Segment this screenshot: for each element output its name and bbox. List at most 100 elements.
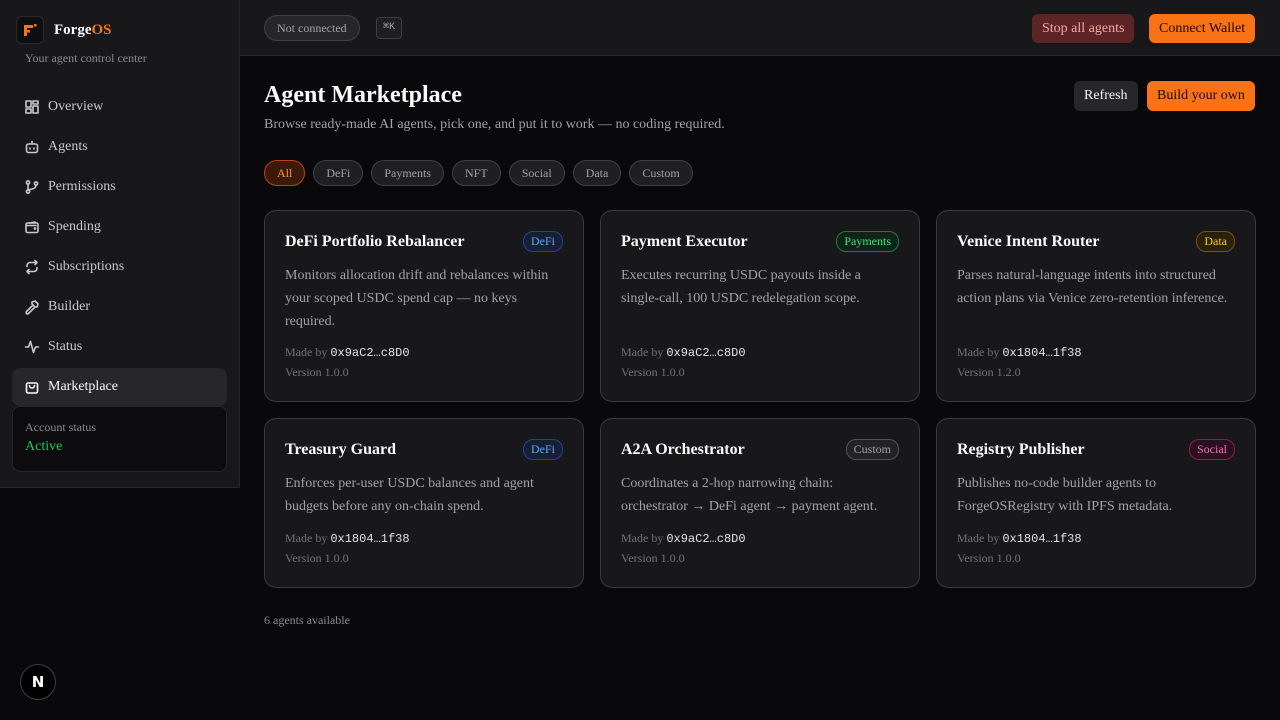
- made-by-label: Made by: [957, 345, 1000, 359]
- sidebar: ForgeOS Your agent control center Overvi…: [0, 0, 240, 488]
- sidebar-item-status[interactable]: Status: [12, 328, 227, 366]
- author-address: 0x9aC2…c8D0: [666, 346, 746, 360]
- connect-wallet-button[interactable]: Connect Wallet: [1149, 14, 1256, 43]
- made-by-label: Made by: [957, 531, 1000, 545]
- account-status-card: Account status Active: [12, 406, 227, 472]
- agent-card-version: Version 1.0.0: [957, 551, 1021, 565]
- agent-card-version: Version 1.0.0: [621, 365, 685, 379]
- made-by-label: Made by: [285, 531, 328, 545]
- agent-card-version: Version 1.0.0: [285, 551, 349, 565]
- author-address: 0x9aC2…c8D0: [666, 532, 746, 546]
- filter-chip-social[interactable]: Social: [508, 160, 565, 186]
- activity-icon: [24, 339, 40, 355]
- sidebar-item-spending[interactable]: Spending: [12, 208, 227, 246]
- filter-chip-data[interactable]: Data: [572, 160, 622, 186]
- agent-card-author: Made by 0x9aC2…c8D0: [285, 345, 410, 360]
- agent-card-version: Version 1.0.0: [621, 551, 685, 565]
- agent-card[interactable]: Treasury Guard DeFi Enforces per-user US…: [264, 418, 584, 588]
- agent-card-author: Made by 0x9aC2…c8D0: [621, 345, 746, 360]
- sidebar-item-label: Subscriptions: [48, 259, 125, 274]
- filter-chip-nft[interactable]: NFT: [452, 160, 501, 186]
- sidebar-item-label: Agents: [48, 139, 88, 154]
- agent-card-description: Monitors allocation drift and rebalances…: [285, 268, 549, 329]
- category-badge: DeFi: [523, 231, 563, 252]
- account-status-value: Active: [25, 439, 63, 454]
- agent-card-author: Made by 0x1804…1f38: [957, 531, 1082, 546]
- sidebar-item-label: Builder: [48, 299, 90, 314]
- sidebar-item-agents[interactable]: Agents: [12, 128, 227, 166]
- agent-card-title: DeFi Portfolio Rebalancer: [285, 232, 465, 250]
- command-palette-shortcut[interactable]: ⌘K: [376, 17, 403, 39]
- author-address: 0x1804…1f38: [1002, 532, 1082, 546]
- agent-card[interactable]: Registry Publisher Social Publishes no-c…: [936, 418, 1256, 588]
- agent-card-description: Coordinates a 2-hop narrowing chain: orc…: [621, 476, 878, 514]
- brand-name-main: Forge: [54, 21, 92, 38]
- sidebar-nav: Overview Agents Permissions Spending Sub…: [12, 88, 227, 408]
- author-address: 0x1804…1f38: [1002, 346, 1082, 360]
- wallet-icon: [24, 219, 40, 235]
- dev-tools-badge[interactable]: N: [20, 664, 56, 700]
- connection-status-badge: Not connected: [264, 15, 360, 41]
- sidebar-item-builder[interactable]: Builder: [12, 288, 227, 326]
- author-address: 0x9aC2…c8D0: [330, 346, 410, 360]
- agent-card-title: Payment Executor: [621, 232, 748, 250]
- agent-card-description: Publishes no-code builder agents to Forg…: [957, 476, 1173, 514]
- made-by-label: Made by: [285, 345, 328, 359]
- agent-card-author: Made by 0x1804…1f38: [957, 345, 1082, 360]
- branch-icon: [24, 179, 40, 195]
- refresh-button[interactable]: Refresh: [1074, 81, 1138, 111]
- agent-card-title: Registry Publisher: [957, 440, 1085, 458]
- category-badge: DeFi: [523, 439, 563, 460]
- sidebar-item-overview[interactable]: Overview: [12, 88, 227, 126]
- agent-card-title: Treasury Guard: [285, 440, 396, 458]
- filter-chip-payments[interactable]: Payments: [371, 160, 445, 186]
- made-by-label: Made by: [621, 531, 664, 545]
- page-title: Agent Marketplace: [264, 82, 462, 108]
- agent-card-version: Version 1.2.0: [957, 365, 1021, 379]
- agent-card-version: Version 1.0.0: [285, 365, 349, 379]
- agent-card-description: Enforces per-user USDC balances and agen…: [285, 476, 534, 514]
- brand[interactable]: ForgeOS: [16, 16, 112, 44]
- brand-tagline: Your agent control center: [25, 51, 147, 65]
- category-badge: Custom: [845, 439, 899, 460]
- build-your-own-button[interactable]: Build your own: [1147, 81, 1255, 111]
- sidebar-item-label: Status: [48, 339, 83, 354]
- sidebar-item-subscriptions[interactable]: Subscriptions: [12, 248, 227, 286]
- agent-card-description: Executes recurring USDC payouts inside a…: [621, 268, 861, 306]
- sidebar-item-label: Overview: [48, 99, 104, 114]
- agent-card-title: A2A Orchestrator: [621, 440, 745, 458]
- shopping-bag-icon: [24, 379, 40, 395]
- filter-chip-all[interactable]: All: [264, 160, 306, 186]
- agents-count: 6 agents available: [264, 613, 350, 627]
- forge-logo-icon: [16, 16, 44, 44]
- category-badge: Data: [1196, 231, 1235, 252]
- filter-chip-custom[interactable]: Custom: [629, 160, 693, 186]
- agent-card[interactable]: Payment Executor Payments Executes recur…: [600, 210, 920, 402]
- account-status-label: Account status: [25, 420, 96, 434]
- made-by-label: Made by: [621, 345, 664, 359]
- grid-icon: [24, 99, 40, 115]
- brand-name-accent: OS: [91, 21, 112, 38]
- stop-all-agents-button[interactable]: Stop all agents: [1032, 14, 1135, 43]
- hammer-icon: [24, 299, 40, 315]
- category-badge: Payments: [836, 231, 899, 252]
- page-subtitle: Browse ready-made AI agents, pick one, a…: [264, 117, 725, 132]
- sidebar-item-label: Spending: [48, 219, 101, 234]
- sidebar-item-permissions[interactable]: Permissions: [12, 168, 227, 206]
- topbar: Not connected ⌘K Stop all agents Connect…: [240, 0, 1280, 56]
- agent-card[interactable]: A2A Orchestrator Custom Coordinates a 2-…: [600, 418, 920, 588]
- agent-card-title: Venice Intent Router: [957, 232, 1100, 250]
- author-address: 0x1804…1f38: [330, 532, 410, 546]
- brand-name: ForgeOS: [54, 22, 112, 39]
- agent-card-author: Made by 0x1804…1f38: [285, 531, 410, 546]
- filter-chip-defi[interactable]: DeFi: [313, 160, 364, 186]
- agent-card[interactable]: Venice Intent Router Data Parses natural…: [936, 210, 1256, 402]
- category-filters: All DeFi Payments NFT Social Data Custom: [264, 160, 693, 186]
- agent-card-author: Made by 0x9aC2…c8D0: [621, 531, 746, 546]
- agent-card-description: Parses natural-language intents into str…: [957, 268, 1228, 306]
- category-badge: Social: [1189, 439, 1235, 460]
- bot-icon: [24, 139, 40, 155]
- sidebar-item-marketplace[interactable]: Marketplace: [12, 368, 227, 406]
- sidebar-item-label: Permissions: [48, 179, 116, 194]
- agent-card[interactable]: DeFi Portfolio Rebalancer DeFi Monitors …: [264, 210, 584, 402]
